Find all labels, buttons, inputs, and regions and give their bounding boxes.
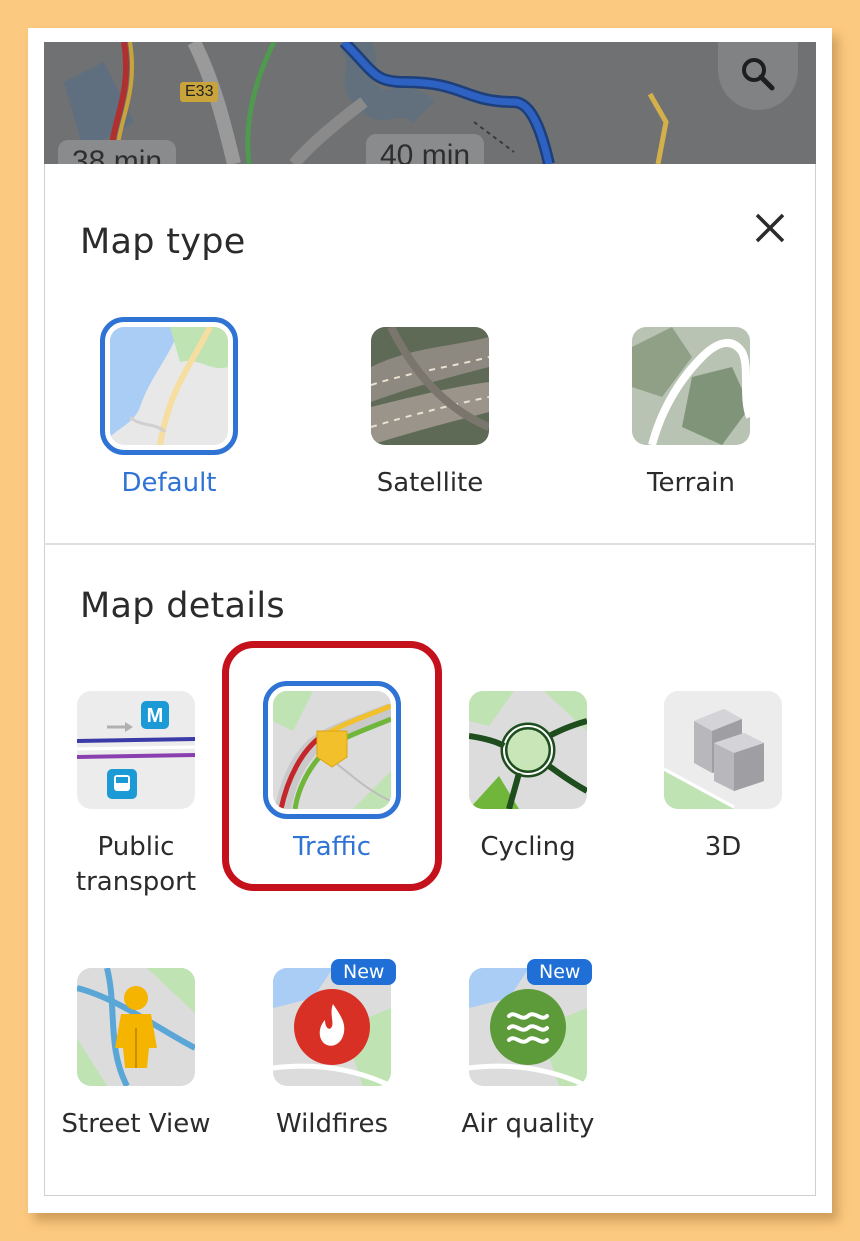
map-detail-label: 3D xyxy=(704,832,742,862)
map-detail-label: Public transport xyxy=(75,832,197,897)
satellite-map-thumbnail[interactable] xyxy=(371,327,489,445)
close-icon xyxy=(753,211,787,250)
close-button[interactable] xyxy=(748,208,792,252)
road-shield: E33 xyxy=(180,82,219,102)
map-type-label: Terrain xyxy=(646,468,736,498)
traffic-highlight-box xyxy=(222,641,442,891)
new-badge: New xyxy=(527,959,593,985)
default-map-thumbnail[interactable] xyxy=(100,317,238,455)
map-detail-label: Wildfires xyxy=(275,1109,389,1139)
eta-chip-left[interactable]: 38 min xyxy=(58,140,177,164)
street-view-thumbnail[interactable] xyxy=(77,968,195,1086)
map-details-title: Map details xyxy=(80,586,285,626)
public-transport-thumbnail[interactable]: M xyxy=(77,691,195,809)
terrain-map-thumbnail[interactable] xyxy=(632,327,750,445)
map-type-label: Satellite xyxy=(376,468,484,498)
3d-thumbnail[interactable] xyxy=(664,691,782,809)
new-badge: New xyxy=(331,959,397,985)
map-type-label: Default xyxy=(121,468,217,498)
eta-chip-right[interactable]: 40 min xyxy=(366,134,485,164)
air-quality-thumbnail[interactable] xyxy=(469,968,587,1086)
map-detail-label: Cycling xyxy=(480,832,576,862)
map-type-title: Map type xyxy=(80,222,246,262)
map-detail-label: Street View xyxy=(61,1109,211,1139)
wildfires-thumbnail[interactable] xyxy=(273,968,391,1086)
map-preview[interactable]: E33 38 min 40 min xyxy=(44,42,816,164)
cycling-thumbnail[interactable] xyxy=(469,691,587,809)
svg-text:M: M xyxy=(147,705,164,727)
search-icon xyxy=(738,54,778,99)
map-detail-label: Air quality xyxy=(461,1109,595,1139)
section-divider xyxy=(44,543,816,545)
